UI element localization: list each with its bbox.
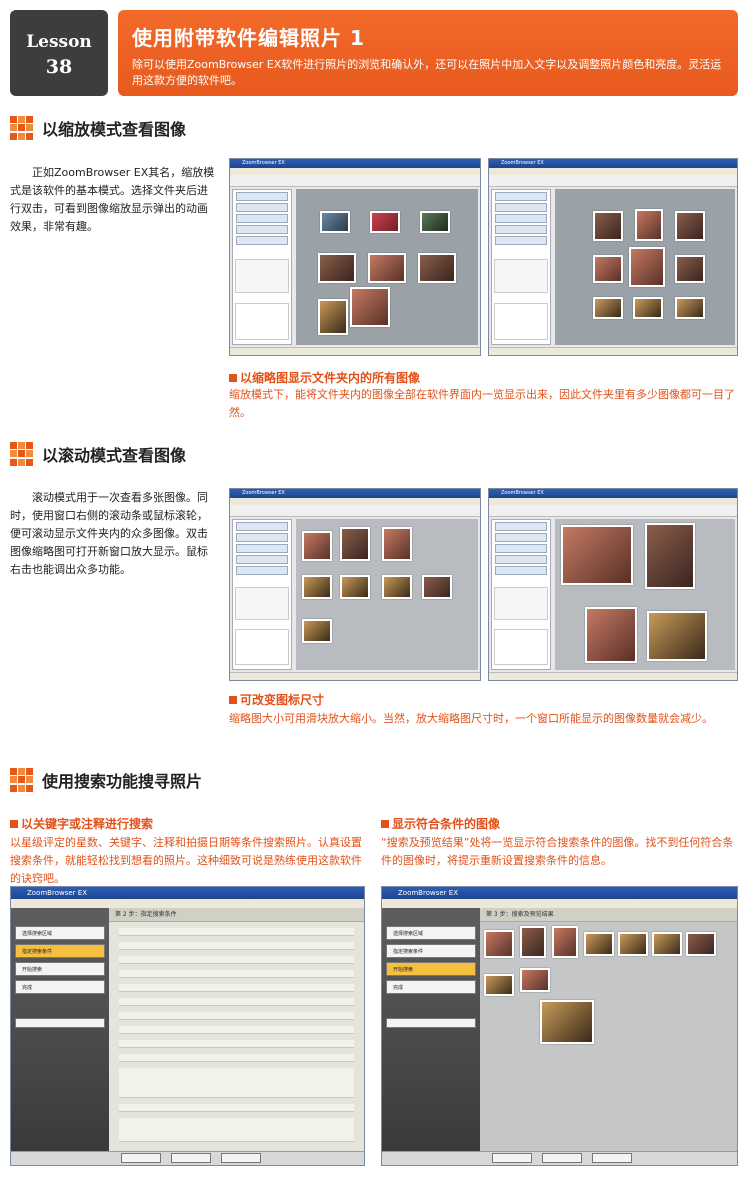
section3-left-text: 以星级评定的星数、关键字、注释和拍摄日期等条件搜索照片。认真设置搜索条件，就能轻… [10, 836, 362, 885]
step-item: 选择搜索区域 [15, 926, 105, 940]
window-title: ZoomBrowser EX [489, 159, 737, 168]
section3-right-text: “搜索及预览结果”处将一览显示符合搜索条件的图像。找不到任何符合条件的图像时，将… [381, 836, 734, 867]
section1-title: 以缩放模式查看图像 [42, 120, 187, 139]
window-title: ZoomBrowser EX [382, 887, 737, 899]
section3-heading: 使用搜索功能搜寻照片 [10, 768, 202, 792]
section2-body: 滚动模式用于一次查看多张图像。同时，使用窗口右侧的滚动条或鼠标滚轮，便可滚动显示… [10, 491, 208, 576]
step-item-active: 指定搜索条件 [15, 944, 105, 958]
section3-right-title: 显示符合条件的图像 [381, 815, 500, 832]
section2-heading: 以滚动模式查看图像 [10, 442, 186, 466]
step-item: 开始搜索 [15, 962, 105, 976]
step-item: 指定搜索条件 [386, 944, 476, 958]
screenshot-zoom-mode-2: ZoomBrowser EX [488, 158, 738, 356]
window-title: ZoomBrowser EX [11, 887, 364, 899]
lesson-number: 38 [45, 56, 73, 78]
lesson-label: Lesson [26, 32, 92, 52]
section1-heading: 以缩放模式查看图像 [10, 116, 186, 140]
window-title: ZoomBrowser EX [230, 489, 480, 498]
title-banner: 使用附带软件编辑照片 1 除可以使用ZoomBrowser EX软件进行照片的浏… [118, 10, 738, 96]
page-title: 使用附带软件编辑照片 1 [132, 26, 365, 50]
section2-title: 以滚动模式查看图像 [42, 446, 187, 465]
screenshot-zoom-mode-1: ZoomBrowser EX [229, 158, 481, 356]
window-title: ZoomBrowser EX [230, 159, 480, 168]
step-item: 完成 [386, 980, 476, 994]
step-header: 第 2 步：指定搜索条件 [109, 908, 364, 922]
step-item: 选择搜索区域 [386, 926, 476, 940]
section1-body: 正如ZoomBrowser EX其名，缩放模式是该软件的基本模式。选择文件夹后进… [10, 166, 215, 233]
section3-left-title: 以关键字或注释进行搜索 [10, 815, 153, 832]
squares-icon [10, 442, 34, 466]
intro-text: 除可以使用ZoomBrowser EX软件进行照片的浏览和确认外，还可以在照片中… [132, 58, 722, 87]
screenshot-scroll-mode-1: ZoomBrowser EX [229, 488, 481, 681]
section1-caption-title: 以缩略图显示文件夹内的所有图像 [229, 369, 420, 386]
step-item: 完成 [15, 980, 105, 994]
squares-icon [10, 116, 34, 140]
section2-caption-title: 可改变图标尺寸 [229, 691, 324, 708]
screenshot-search-results: ZoomBrowser EX 选择搜索区域 指定搜索条件 开始搜索 完成 第 3… [381, 886, 738, 1166]
section2-caption-text: 缩略图大小可用滑块放大缩小。当然，放大缩略图尺寸时，一个窗口所能显示的图像数量就… [229, 712, 713, 725]
section3-title: 使用搜索功能搜寻照片 [42, 772, 203, 791]
screenshot-scroll-mode-2: ZoomBrowser EX [488, 488, 738, 681]
window-title: ZoomBrowser EX [489, 489, 737, 498]
step-header: 第 3 步：搜索及预览结果 [480, 908, 737, 922]
lesson-badge: Lesson 38 [10, 10, 108, 96]
screenshot-search-conditions: ZoomBrowser EX 选择搜索区域 指定搜索条件 开始搜索 完成 第 2… [10, 886, 365, 1166]
squares-icon [10, 768, 34, 792]
step-item-active: 开始搜索 [386, 962, 476, 976]
section1-caption-text: 缩放模式下，能将文件夹内的图像全部在软件界面内一览显示出来，因此文件夹里有多少图… [229, 388, 735, 419]
